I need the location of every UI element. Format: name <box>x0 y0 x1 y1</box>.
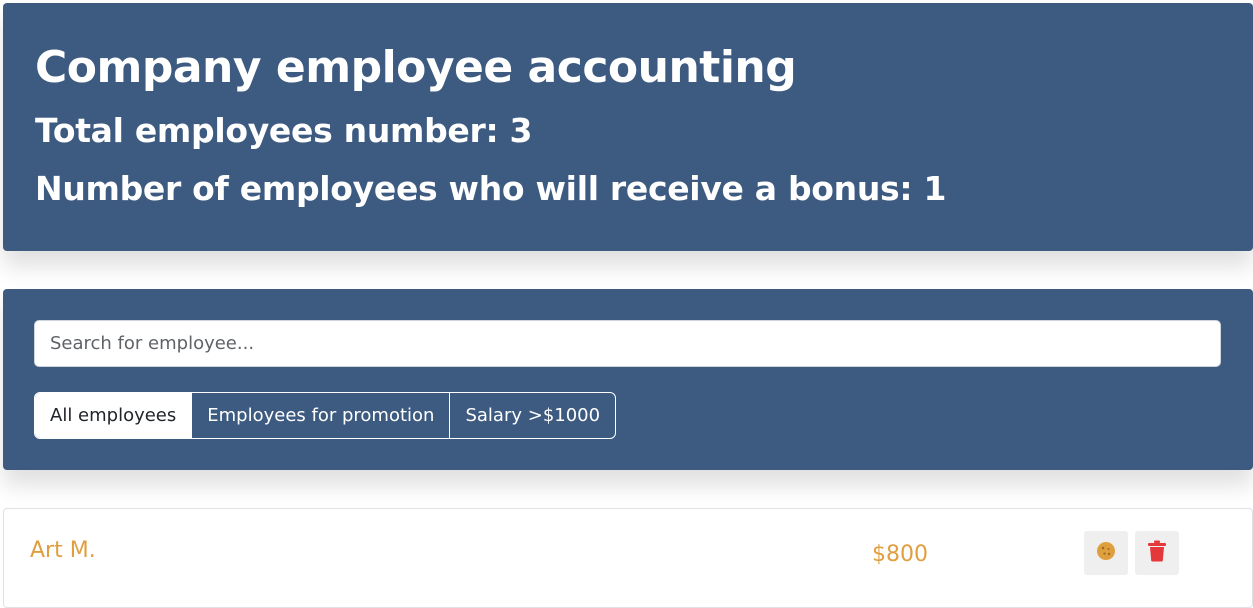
app-info-panel: Company employee accounting Total employ… <box>3 3 1253 251</box>
employee-salary-input[interactable] <box>872 542 992 567</box>
trash-icon <box>1147 540 1167 566</box>
employee-list: Art M. <box>3 508 1253 608</box>
filter-salary-button[interactable]: Salary >$1000 <box>449 393 615 438</box>
filter-promotion-button[interactable]: Employees for promotion <box>191 393 449 438</box>
cookie-icon <box>1096 541 1116 565</box>
total-employees-count: Total employees number: 3 <box>35 111 533 150</box>
delete-button[interactable] <box>1135 531 1179 575</box>
page-title: Company employee accounting <box>35 42 797 93</box>
filter-all-button[interactable]: All employees <box>35 393 192 438</box>
search-input[interactable] <box>34 320 1221 367</box>
filter-button-group: All employees Employees for promotion Sa… <box>34 392 617 439</box>
bonus-employees-count: Number of employees who will receive a b… <box>35 169 947 208</box>
employee-name[interactable]: Art M. <box>30 538 96 563</box>
search-panel: All employees Employees for promotion Sa… <box>3 289 1253 470</box>
increase-button[interactable] <box>1084 531 1128 575</box>
